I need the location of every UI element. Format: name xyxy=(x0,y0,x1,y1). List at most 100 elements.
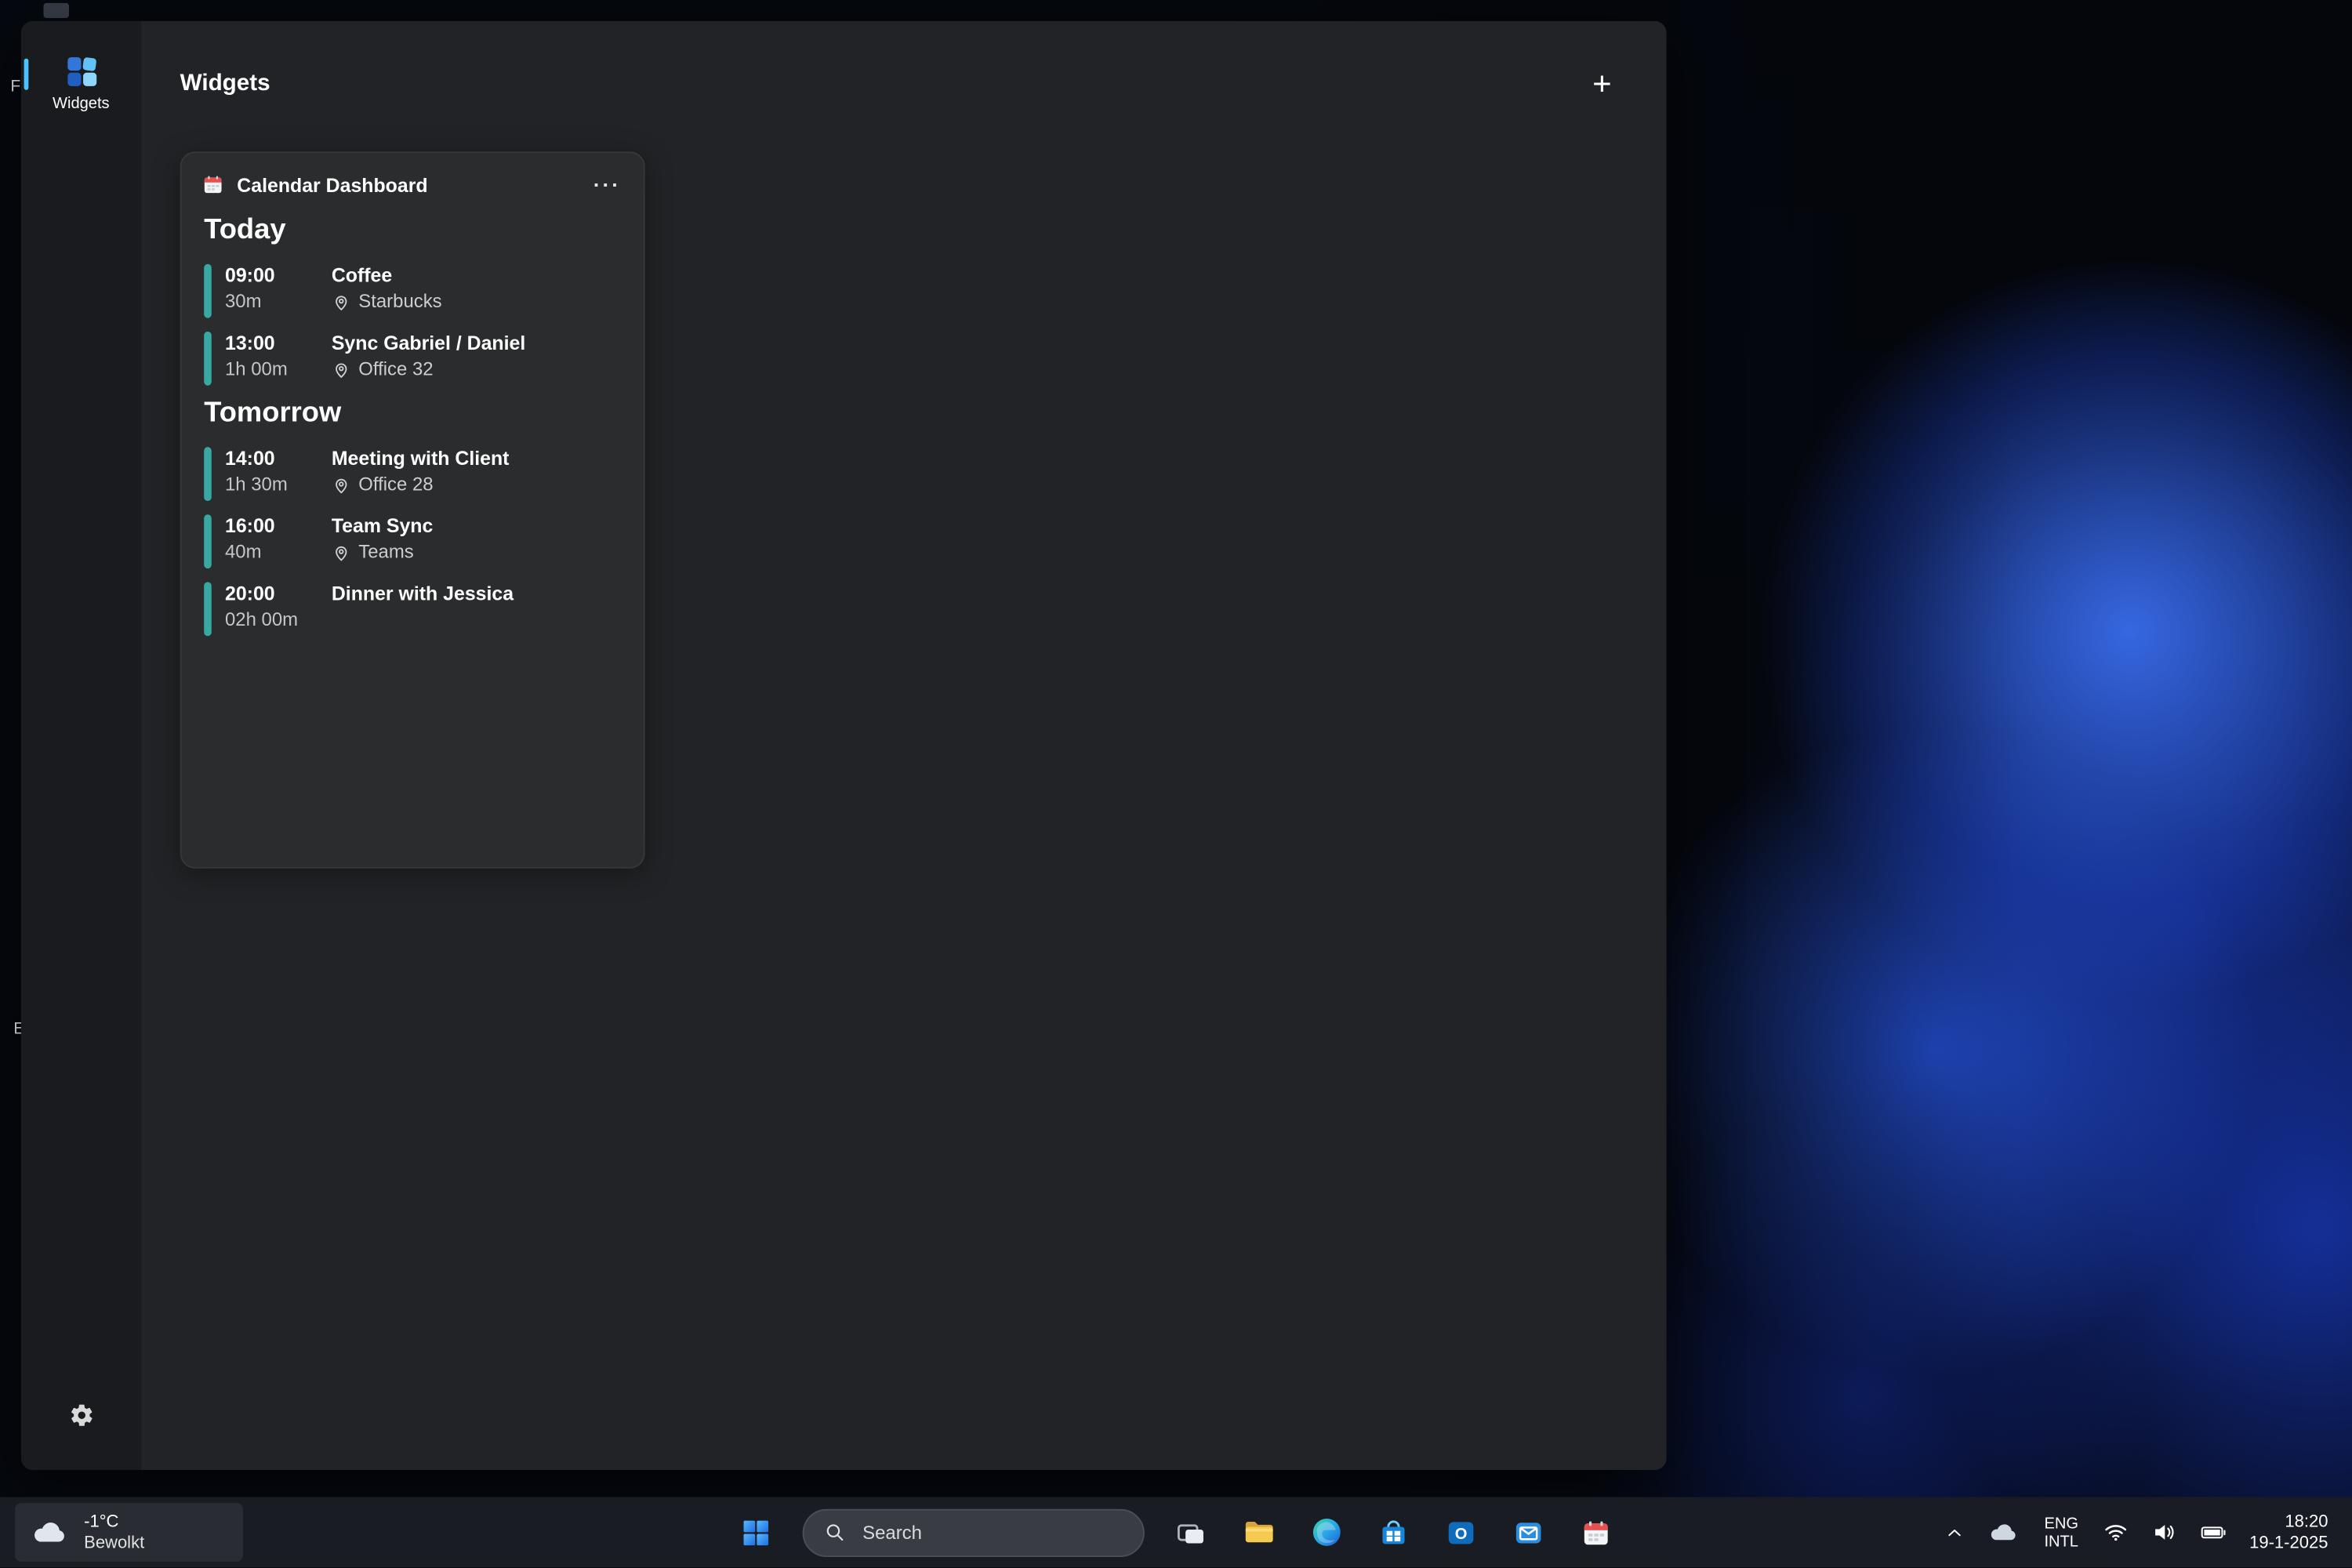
clock-date: 19-1-2025 xyxy=(2249,1532,2328,1553)
outlook-icon: O xyxy=(1445,1515,1478,1548)
event-time: 09:00 xyxy=(225,263,312,289)
microsoft-store-button[interactable] xyxy=(1363,1502,1424,1563)
settings-button[interactable] xyxy=(60,1393,103,1436)
weather-temperature: -1°C xyxy=(84,1512,144,1533)
calendar-section-heading: Tomorrow xyxy=(204,397,624,430)
calendar-icon xyxy=(201,172,225,197)
battery-button[interactable] xyxy=(2190,1504,2236,1561)
clock-time: 18:20 xyxy=(2285,1512,2328,1533)
taskbar: -1°C Bewolkt xyxy=(0,1497,2352,1567)
taskbar-center: O xyxy=(726,1497,1626,1567)
calendar-app-button[interactable] xyxy=(1566,1502,1626,1563)
wifi-icon xyxy=(2103,1519,2129,1545)
event-time: 20:00 xyxy=(225,580,312,607)
mail-icon xyxy=(1512,1515,1545,1548)
calendar-widget-body: Today 09:0030m CoffeeStarbucks 13:001h 00m S… xyxy=(182,215,644,637)
battery-icon xyxy=(2198,1518,2227,1546)
widgets-icon xyxy=(62,53,100,90)
system-tray: ENG INTL xyxy=(1935,1497,2340,1567)
calendar-app-icon xyxy=(1580,1515,1613,1548)
event-title: Team Sync xyxy=(332,513,434,539)
outlook-button[interactable]: O xyxy=(1431,1502,1491,1563)
task-view-icon xyxy=(1174,1515,1207,1548)
board-header: Widgets + xyxy=(180,21,1628,135)
language-code: ENG xyxy=(2044,1514,2078,1532)
onedrive-button[interactable] xyxy=(1978,1504,2029,1561)
event-time: 16:00 xyxy=(225,513,312,539)
weather-condition: Bewolkt xyxy=(84,1532,144,1553)
selection-indicator xyxy=(24,59,29,90)
event-title: Dinner with Jessica xyxy=(332,580,514,607)
event-location: Starbucks xyxy=(332,289,442,315)
microsoft-store-icon xyxy=(1377,1515,1410,1548)
calendar-event[interactable]: 13:001h 00m Sync Gabriel / DanielOffice 3… xyxy=(201,330,624,386)
network-button[interactable] xyxy=(2093,1504,2136,1561)
gear-icon xyxy=(68,1403,94,1428)
calendar-widget-header: Calendar Dashboard ··· xyxy=(182,153,644,204)
event-duration: 02h 00m xyxy=(225,608,312,633)
event-location: Office 32 xyxy=(332,357,525,383)
svg-text:O: O xyxy=(1455,1525,1468,1542)
event-title: Sync Gabriel / Daniel xyxy=(332,330,525,357)
sidebar-item-widgets[interactable]: Widgets xyxy=(21,42,141,123)
search-input[interactable] xyxy=(859,1520,1123,1544)
location-pin-icon xyxy=(332,543,351,563)
event-accent-bar xyxy=(204,582,212,636)
language-switcher[interactable]: ENG INTL xyxy=(2034,1514,2089,1550)
location-pin-icon xyxy=(332,476,351,495)
location-pin-icon xyxy=(332,360,351,379)
tray-overflow-button[interactable] xyxy=(1935,1504,1974,1561)
calendar-section-heading: Today xyxy=(204,215,624,248)
event-duration: 1h 30m xyxy=(225,473,312,499)
event-time: 13:00 xyxy=(225,330,312,357)
sidebar-item-label: Widgets xyxy=(53,95,110,113)
add-widget-button[interactable]: + xyxy=(1577,59,1628,110)
file-explorer-button[interactable] xyxy=(1229,1502,1289,1563)
file-explorer-icon xyxy=(1241,1515,1276,1549)
event-location-text: Starbucks xyxy=(358,289,441,315)
event-time: 14:00 xyxy=(225,445,312,472)
board-title: Widgets xyxy=(180,71,270,97)
keyboard-layout: INTL xyxy=(2044,1532,2078,1550)
edge-icon xyxy=(1308,1515,1343,1549)
calendar-event[interactable]: 14:001h 30m Meeting with ClientOffice 28 xyxy=(201,445,624,501)
desktop-icon-label[interactable]: F xyxy=(10,78,20,96)
chevron-up-icon xyxy=(1944,1522,1965,1543)
start-icon xyxy=(739,1515,772,1548)
event-title: Meeting with Client xyxy=(332,445,510,472)
onedrive-cloud-icon xyxy=(1987,1519,2020,1545)
event-location: Office 28 xyxy=(332,473,510,499)
event-location-text: Office 32 xyxy=(358,357,433,383)
start-button[interactable] xyxy=(726,1502,786,1563)
search-icon xyxy=(823,1521,846,1544)
cloud-weather-icon xyxy=(30,1516,71,1548)
calendar-event[interactable]: 20:0002h 00m Dinner with Jessica xyxy=(201,580,624,636)
edge-button[interactable] xyxy=(1296,1502,1356,1563)
mail-button[interactable] xyxy=(1498,1502,1559,1563)
event-duration: 30m xyxy=(225,289,312,315)
desktop-icon-partial[interactable] xyxy=(43,3,69,18)
event-location-text: Teams xyxy=(358,540,413,566)
event-duration: 1h 00m xyxy=(225,357,312,383)
calendar-event[interactable]: 16:0040m Team SyncTeams xyxy=(201,513,624,568)
widget-menu-button[interactable]: ··· xyxy=(590,171,624,198)
event-location: Teams xyxy=(332,540,434,566)
task-view-button[interactable] xyxy=(1161,1502,1221,1563)
taskbar-weather-widget[interactable]: -1°C Bewolkt xyxy=(15,1503,243,1562)
event-accent-bar xyxy=(204,447,212,501)
widgets-sidebar: Widgets xyxy=(21,21,141,1470)
event-accent-bar xyxy=(204,514,212,568)
calendar-widget-title: Calendar Dashboard xyxy=(237,173,427,196)
calendar-event[interactable]: 09:0030m CoffeeStarbucks xyxy=(201,263,624,318)
event-duration: 40m xyxy=(225,540,312,566)
event-title: Coffee xyxy=(332,263,442,289)
widgets-board: Widgets + xyxy=(141,21,1667,1470)
volume-icon xyxy=(2151,1519,2176,1545)
event-location-text: Office 28 xyxy=(358,473,433,499)
location-pin-icon xyxy=(332,292,351,312)
calendar-widget-card: Calendar Dashboard ··· Today 09:0030m Coff… xyxy=(180,151,645,869)
taskbar-search[interactable] xyxy=(803,1508,1145,1556)
event-accent-bar xyxy=(204,264,212,318)
volume-button[interactable] xyxy=(2141,1504,2184,1561)
taskbar-clock[interactable]: 18:20 19-1-2025 xyxy=(2241,1512,2340,1554)
